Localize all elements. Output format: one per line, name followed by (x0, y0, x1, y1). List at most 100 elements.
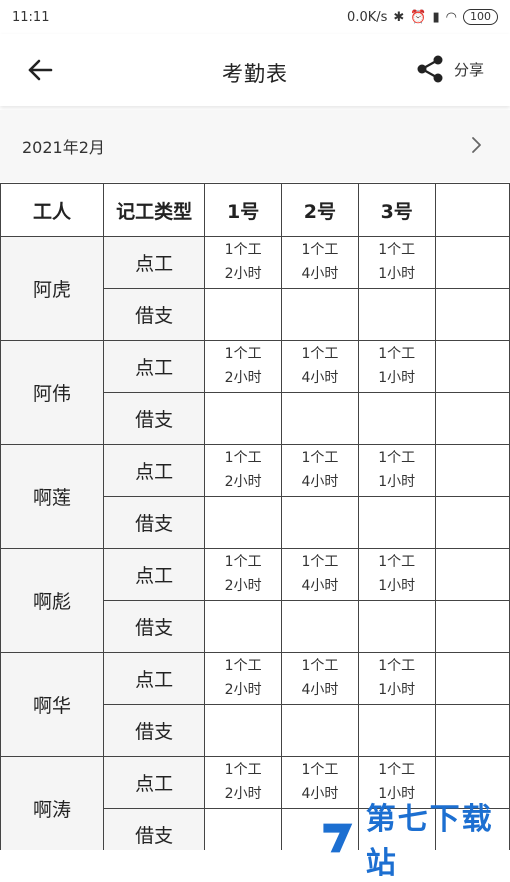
chevron-right-icon (472, 137, 481, 153)
day-2-advance-cell[interactable] (281, 600, 359, 653)
day-1-cell[interactable]: 1个工 2小时 (204, 236, 283, 289)
advance-type-cell[interactable]: 借支 (102, 392, 206, 445)
advance-type-cell[interactable]: 借支 (102, 704, 206, 757)
day-2-advance-cell[interactable] (281, 288, 359, 341)
day-1-cell[interactable]: 1个工 2小时 (204, 548, 283, 601)
day-4-cell[interactable] (434, 340, 510, 393)
day-1-advance-cell[interactable] (204, 288, 283, 341)
wifi-icon: ◠ (445, 9, 457, 25)
day-4-advance-cell[interactable] (434, 600, 510, 653)
day-3-advance-cell[interactable] (357, 600, 436, 653)
work-type-cell[interactable]: 点工 (102, 548, 206, 601)
day-4-cell[interactable] (434, 444, 510, 497)
attendance-table: 工人 记工类型 1号 2号 3号 阿虎 点工 1个工 2小时 1个工 4小时 1个工 1小时借… (0, 183, 510, 850)
day-2-advance-cell[interactable] (281, 704, 359, 757)
work-hours: 2小时 (224, 370, 262, 386)
day-1-advance-cell[interactable] (204, 704, 283, 757)
advance-type-cell[interactable]: 借支 (102, 288, 206, 341)
day-4-cell[interactable] (434, 652, 510, 705)
status-time: 11:11 (12, 9, 50, 25)
work-days: 1个工 (224, 658, 262, 674)
day-4-advance-cell[interactable] (434, 288, 510, 341)
signal-icon: ▮ (432, 9, 440, 25)
worker-name[interactable]: 啊莲 (0, 444, 104, 549)
day-4-cell[interactable] (434, 548, 510, 601)
day-2-cell[interactable]: 1个工 4小时 (281, 548, 359, 601)
day-1-advance-cell[interactable] (204, 392, 283, 445)
day-4-advance-cell[interactable] (434, 392, 510, 445)
worker-name[interactable]: 啊彪 (0, 548, 104, 653)
work-type-cell[interactable]: 点工 (102, 444, 206, 497)
work-days: 1个工 (224, 554, 262, 570)
day-3-advance-cell[interactable] (357, 496, 436, 549)
worker-name[interactable]: 阿虎 (0, 236, 104, 341)
day-2-cell[interactable]: 1个工 4小时 (281, 236, 359, 289)
work-hours: 1小时 (378, 474, 416, 490)
battery-icon: 100 (463, 9, 498, 25)
day-4-advance-cell[interactable] (434, 496, 510, 549)
table-row: 啊华 点工 1个工 2小时 1个工 4小时 1个工 1小时 (0, 652, 510, 757)
month-label: 2021年2月 (22, 138, 105, 157)
day-1-cell[interactable]: 1个工 2小时 (204, 340, 283, 393)
day-3-cell[interactable]: 1个工 1小时 (357, 652, 436, 705)
header-type: 记工类型 (102, 183, 206, 237)
share-button[interactable]: 分享 (416, 54, 484, 84)
work-days: 1个工 (301, 658, 339, 674)
alarm-icon: ⏰ (410, 9, 427, 25)
work-type-cell[interactable]: 点工 (102, 756, 206, 809)
day-3-advance-cell[interactable] (357, 392, 436, 445)
attendance-grid[interactable]: 工人 记工类型 1号 2号 3号 阿虎 点工 1个工 2小时 1个工 4小时 1个工 1小时借… (0, 183, 510, 850)
advance-type-cell[interactable]: 借支 (102, 600, 206, 653)
next-month-button[interactable] (470, 134, 484, 156)
day-3-cell[interactable]: 1个工 1小时 (357, 548, 436, 601)
day-2-cell[interactable]: 1个工 4小时 (281, 340, 359, 393)
day-3-cell[interactable]: 1个工 1小时 (357, 340, 436, 393)
work-days: 1个工 (301, 450, 339, 466)
table-header-row: 工人 记工类型 1号 2号 3号 (0, 183, 510, 237)
work-type-cell[interactable]: 点工 (102, 340, 206, 393)
work-hours: 4小时 (301, 370, 339, 386)
work-hours: 4小时 (301, 266, 339, 282)
table-row: 啊彪 点工 1个工 2小时 1个工 4小时 1个工 1小时 (0, 548, 510, 653)
header-worker: 工人 (0, 183, 104, 237)
bluetooth-icon: ✱ (393, 9, 405, 25)
work-days: 1个工 (224, 762, 262, 778)
status-bar: 11:11 0.0K/s ✱ ⏰ ▮ ◠ 100 (0, 0, 510, 34)
work-hours: 4小时 (301, 682, 339, 698)
header-day-4 (434, 183, 510, 237)
day-2-advance-cell[interactable] (281, 392, 359, 445)
work-days: 1个工 (378, 242, 416, 258)
work-hours: 1小时 (378, 578, 416, 594)
day-3-cell[interactable]: 1个工 1小时 (357, 444, 436, 497)
worker-name[interactable]: 啊涛 (0, 756, 104, 850)
day-3-advance-cell[interactable] (357, 704, 436, 757)
worker-name[interactable]: 啊华 (0, 652, 104, 757)
day-4-advance-cell[interactable] (434, 704, 510, 757)
work-hours: 1小时 (378, 266, 416, 282)
advance-type-cell[interactable]: 借支 (102, 808, 206, 850)
day-1-cell[interactable]: 1个工 2小时 (204, 652, 283, 705)
header-day-3: 3号 (357, 183, 436, 237)
advance-type-cell[interactable]: 借支 (102, 496, 206, 549)
work-days: 1个工 (224, 450, 262, 466)
day-1-advance-cell[interactable] (204, 600, 283, 653)
work-hours: 1小时 (378, 370, 416, 386)
day-2-advance-cell[interactable] (281, 496, 359, 549)
share-label: 分享 (453, 60, 484, 79)
day-1-advance-cell[interactable] (204, 496, 283, 549)
day-1-cell[interactable]: 1个工 2小时 (204, 756, 283, 809)
day-1-advance-cell[interactable] (204, 808, 283, 850)
work-type-cell[interactable]: 点工 (102, 652, 206, 705)
worker-name[interactable]: 阿伟 (0, 340, 104, 445)
day-1-cell[interactable]: 1个工 2小时 (204, 444, 283, 497)
table-row: 阿伟 点工 1个工 2小时 1个工 4小时 1个工 1小时 (0, 340, 510, 445)
work-days: 1个工 (378, 346, 416, 362)
day-4-cell[interactable] (434, 236, 510, 289)
work-type-cell[interactable]: 点工 (102, 236, 206, 289)
day-2-cell[interactable]: 1个工 4小时 (281, 444, 359, 497)
day-2-cell[interactable]: 1个工 4小时 (281, 652, 359, 705)
day-3-advance-cell[interactable] (357, 288, 436, 341)
app-bar: 考勤表 分享 (0, 34, 510, 106)
share-icon (417, 55, 443, 83)
day-3-cell[interactable]: 1个工 1小时 (357, 236, 436, 289)
